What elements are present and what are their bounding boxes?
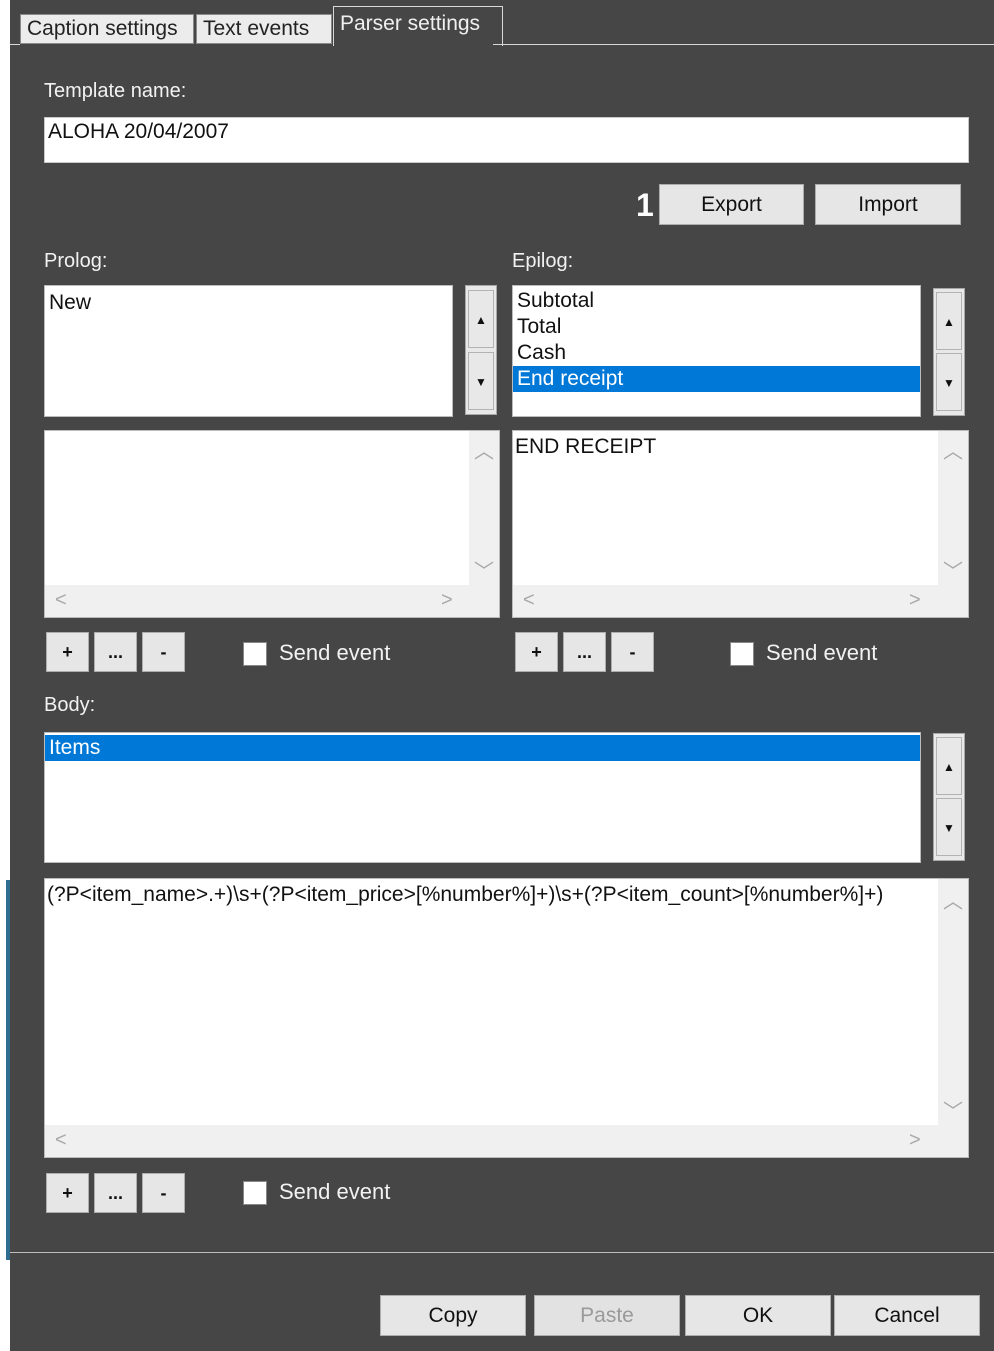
checkbox-label: Send event (279, 1179, 391, 1204)
left-edge (0, 0, 10, 1351)
horizontal-scrollbar[interactable]: < > (513, 585, 968, 617)
body-editor[interactable]: (?P<item_name>.+)\s+(?P<item_price>[%num… (44, 878, 969, 1158)
triangle-up-icon[interactable]: ▲ (936, 292, 962, 350)
ok-button[interactable]: OK (685, 1295, 831, 1336)
prolog-add-button[interactable]: + (46, 632, 89, 672)
prolog-remove-button[interactable]: - (142, 632, 185, 672)
body-add-button[interactable]: + (46, 1173, 89, 1213)
chevron-left-icon[interactable]: < (523, 589, 535, 612)
tab-underline-left (10, 44, 20, 45)
tab-caption-settings[interactable]: Caption settings (20, 14, 194, 44)
prolog-edit-button[interactable]: ... (94, 632, 137, 672)
epilog-remove-button[interactable]: - (611, 632, 654, 672)
chevron-left-icon[interactable]: < (55, 1129, 67, 1152)
chevron-down-icon[interactable]: ﹀ (943, 555, 963, 584)
chevron-right-icon[interactable]: > (909, 589, 921, 612)
prolog-editor[interactable]: ︿ ﹀ < > (44, 430, 500, 618)
paste-button[interactable]: Paste (534, 1295, 680, 1336)
annotation-marker: 1 (636, 187, 654, 223)
tab-underline (493, 44, 994, 45)
epilog-list[interactable]: Subtotal Total Cash End receipt (512, 285, 921, 417)
epilog-editor-text[interactable]: END RECEIPT (515, 435, 656, 459)
epilog-label: Epilog: (512, 250, 574, 272)
chevron-up-icon[interactable]: ︿ (474, 435, 494, 464)
tab-text-events[interactable]: Text events (196, 14, 332, 44)
chevron-left-icon[interactable]: < (55, 589, 67, 612)
triangle-down-icon[interactable]: ▼ (936, 798, 962, 856)
body-editor-text[interactable]: (?P<item_name>.+)\s+(?P<item_price>[%num… (47, 883, 883, 907)
chevron-down-icon[interactable]: ﹀ (943, 1095, 963, 1124)
body-list[interactable]: Items (44, 732, 921, 863)
body-reorder-spinner: ▲ ▼ (933, 733, 965, 861)
template-name-label: Template name: (44, 80, 187, 102)
list-item[interactable]: Cash (513, 340, 920, 366)
chevron-up-icon[interactable]: ︿ (943, 885, 963, 914)
triangle-down-icon[interactable]: ▼ (936, 353, 962, 411)
checkbox-label: Send event (279, 640, 391, 665)
prolog-list[interactable]: New (44, 285, 453, 417)
vertical-scrollbar[interactable]: ︿ ﹀ (469, 431, 499, 587)
horizontal-scrollbar[interactable]: < > (45, 585, 499, 617)
body-edit-button[interactable]: ... (94, 1173, 137, 1213)
epilog-add-button[interactable]: + (515, 632, 558, 672)
chevron-up-icon[interactable]: ︿ (943, 435, 963, 464)
footer-separator (10, 1252, 994, 1253)
prolog-label: Prolog: (44, 250, 108, 272)
body-remove-button[interactable]: - (142, 1173, 185, 1213)
vertical-scrollbar[interactable]: ︿ ﹀ (938, 879, 968, 1127)
vertical-scrollbar[interactable]: ︿ ﹀ (938, 431, 968, 587)
body-label: Body: (44, 694, 96, 716)
checkbox-box[interactable] (730, 642, 754, 666)
tab-parser-settings[interactable]: Parser settings (333, 6, 503, 46)
horizontal-scrollbar[interactable]: < > (45, 1125, 968, 1157)
checkbox-label: Send event (766, 640, 878, 665)
export-button[interactable]: Export (659, 184, 804, 225)
epilog-edit-button[interactable]: ... (563, 632, 606, 672)
copy-button[interactable]: Copy (380, 1295, 526, 1336)
list-item[interactable]: Total (513, 314, 920, 340)
epilog-editor[interactable]: END RECEIPT ︿ ﹀ < > (512, 430, 969, 618)
chevron-down-icon[interactable]: ﹀ (474, 555, 494, 584)
list-item-selected[interactable]: End receipt (513, 366, 920, 392)
chevron-right-icon[interactable]: > (909, 1129, 921, 1152)
list-item[interactable]: Subtotal (513, 288, 920, 314)
list-item[interactable]: New (45, 290, 452, 316)
template-name-field[interactable]: ALOHA 20/04/2007 (44, 117, 969, 163)
triangle-up-icon[interactable]: ▲ (468, 290, 494, 348)
list-item-selected[interactable]: Items (45, 735, 920, 761)
checkbox-box[interactable] (243, 642, 267, 666)
checkbox-box[interactable] (243, 1181, 267, 1205)
import-button[interactable]: Import (815, 184, 961, 225)
epilog-reorder-spinner: ▲ ▼ (933, 288, 965, 416)
prolog-reorder-spinner: ▲ ▼ (465, 285, 497, 415)
triangle-up-icon[interactable]: ▲ (936, 737, 962, 795)
cancel-button[interactable]: Cancel (834, 1295, 980, 1336)
chevron-right-icon[interactable]: > (441, 589, 453, 612)
parser-settings-window: Caption settings Text events Parser sett… (10, 0, 994, 1351)
triangle-down-icon[interactable]: ▼ (468, 352, 494, 410)
